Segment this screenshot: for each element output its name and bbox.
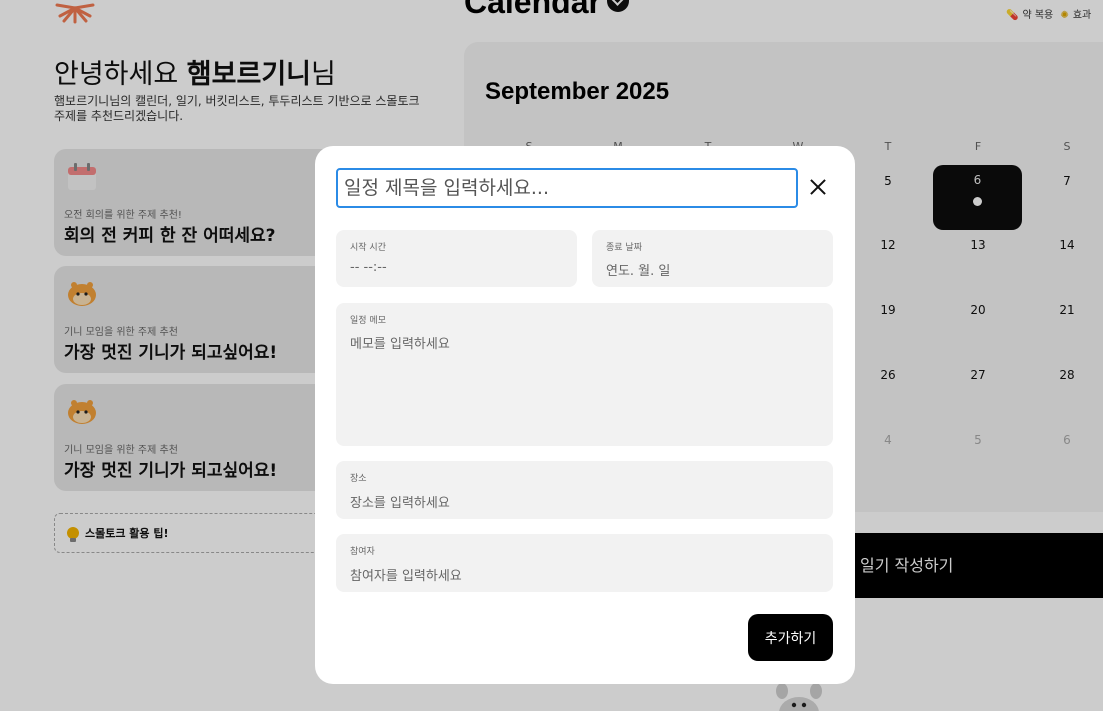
end-date-value: 연도. 월. 일 [606,264,671,279]
participants-placeholder: 참여자를 입력하세요 [350,569,462,584]
event-title-input[interactable] [336,168,798,208]
end-date-field[interactable]: 종료 날짜 연도. 월. 일 [592,230,833,287]
participants-label: 참여자 [350,547,375,557]
start-time-value: -- --:-- [350,260,387,275]
add-event-button[interactable]: 추가하기 [748,614,833,661]
start-time-field[interactable]: 시작 시간 -- --:-- [336,230,577,287]
place-placeholder: 장소를 입력하세요 [350,496,450,511]
memo-label: 일정 메모 [350,316,386,326]
add-event-modal: 시작 시간 -- --:-- 종료 날짜 연도. 월. 일 일정 메모 메모를 … [315,146,855,684]
end-date-label: 종료 날짜 [606,243,642,253]
memo-placeholder: 메모를 입력하세요 [350,337,450,352]
memo-field[interactable]: 일정 메모 메모를 입력하세요 [336,303,833,446]
start-time-label: 시작 시간 [350,243,386,253]
place-label: 장소 [350,474,367,484]
participants-field[interactable]: 참여자 참여자를 입력하세요 [336,534,833,592]
place-field[interactable]: 장소 장소를 입력하세요 [336,461,833,519]
close-icon[interactable] [807,176,829,198]
